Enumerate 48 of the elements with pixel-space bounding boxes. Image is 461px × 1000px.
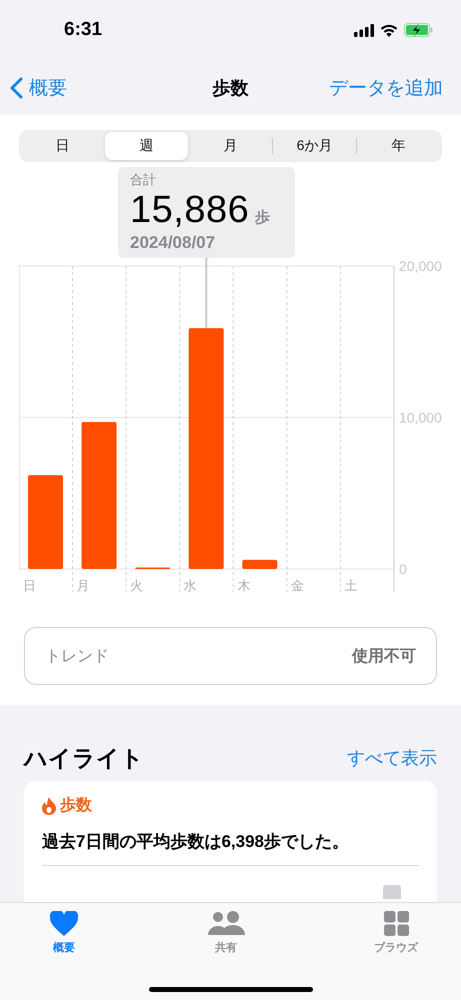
axis-label: 土 bbox=[344, 578, 358, 593]
segment-tab[interactable]: 年 bbox=[357, 132, 440, 160]
segment-tab[interactable]: 週 bbox=[105, 132, 188, 160]
trend-row[interactable]: トレンド 使用不可 bbox=[24, 627, 437, 685]
leader-line bbox=[205, 258, 208, 328]
chart-bar[interactable] bbox=[242, 560, 278, 569]
page-title: 歩数 bbox=[212, 76, 248, 100]
people-icon bbox=[208, 911, 244, 936]
segment-tab[interactable]: 6か月 bbox=[273, 132, 356, 160]
flame-icon bbox=[42, 796, 56, 814]
axis-label: 10,000 bbox=[399, 410, 442, 426]
highlight-card[interactable]: 歩数 過去7日間の平均歩数は6,398歩でした。 bbox=[24, 781, 437, 903]
segment-tab[interactable]: 日 bbox=[21, 132, 104, 160]
chart-bar[interactable] bbox=[82, 422, 117, 569]
axis-label: 木 bbox=[237, 578, 250, 593]
total-caption: 合計 bbox=[130, 171, 157, 189]
total-value: 15,886 bbox=[130, 189, 250, 232]
tab-item[interactable]: ブラウズ bbox=[374, 903, 418, 955]
status-time: 6:31 bbox=[64, 19, 102, 41]
signal-icon bbox=[354, 24, 374, 36]
mini-chart-bar bbox=[383, 885, 401, 899]
tab-item[interactable]: 共有 bbox=[208, 903, 244, 955]
chart-bar[interactable] bbox=[188, 328, 224, 569]
add-data-link[interactable]: データを追加 bbox=[329, 74, 443, 100]
segment-tab[interactable]: 月 bbox=[189, 132, 272, 160]
back-button[interactable]: 概要 bbox=[10, 74, 67, 100]
card-category: 歩数 bbox=[60, 796, 92, 816]
axis-label: 水 bbox=[184, 578, 197, 593]
trend-label: トレンド bbox=[45, 646, 109, 666]
axis-label: 日 bbox=[23, 578, 36, 593]
battery-charging-icon bbox=[404, 23, 433, 37]
axis-label: 20,000 bbox=[399, 258, 442, 274]
highlight-text: 過去7日間の平均歩数は6,398歩でした。 bbox=[42, 830, 419, 866]
unit-label: 歩 bbox=[255, 208, 270, 227]
date-label: 2024/08/07 bbox=[130, 233, 216, 253]
show-all-link[interactable]: すべて表示 bbox=[347, 746, 437, 770]
grid-icon bbox=[384, 911, 408, 936]
tab-item[interactable]: 概要 bbox=[50, 903, 78, 955]
section-title: ハイライト bbox=[24, 744, 144, 772]
trend-value: 使用不可 bbox=[352, 646, 416, 666]
heart-icon bbox=[50, 911, 78, 936]
wifi-icon bbox=[380, 24, 398, 36]
axis-label: 0 bbox=[399, 561, 407, 577]
chevron-left-icon bbox=[10, 76, 23, 98]
axis-label: 月 bbox=[76, 578, 90, 593]
axis-label: 金 bbox=[290, 578, 304, 593]
chart-bar[interactable] bbox=[28, 475, 63, 569]
axis-label: 火 bbox=[130, 578, 144, 593]
